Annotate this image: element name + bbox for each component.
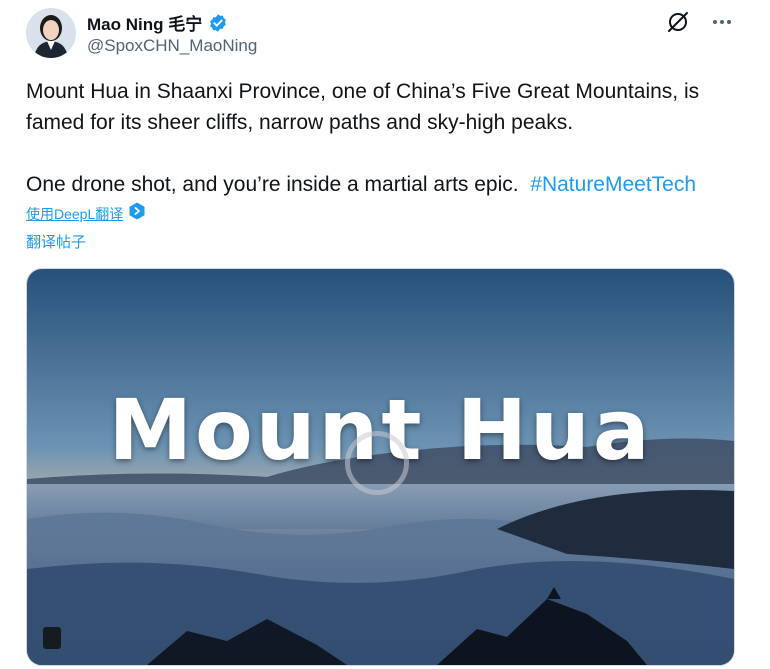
loading-spinner-icon xyxy=(345,431,409,495)
translate-post-link[interactable]: 翻译帖子 xyxy=(26,231,86,252)
post-text-line1: Mount Hua in Shaanxi Province, one of Ch… xyxy=(26,80,700,134)
post-text-line2: One drone shot, and you’re inside a mart… xyxy=(26,169,746,200)
hashtag-link[interactable]: #NatureMeetTech xyxy=(530,173,696,196)
video-badge-icon xyxy=(43,627,61,649)
author-name-row: Mao Ning 毛宁 xyxy=(87,10,228,35)
more-icon[interactable] xyxy=(710,10,734,34)
avatar[interactable] xyxy=(26,8,76,58)
post-video[interactable]: Mount Hua xyxy=(26,268,735,666)
post-text: Mount Hua in Shaanxi Province, one of Ch… xyxy=(26,76,746,200)
post-actions xyxy=(666,10,734,34)
deepl-icon[interactable] xyxy=(129,202,145,225)
deepl-translate-row: 使用DeepL翻译 xyxy=(26,202,145,225)
author-display-name[interactable]: Mao Ning 毛宁 xyxy=(87,10,202,35)
deepl-translate-link[interactable]: 使用DeepL翻译 xyxy=(26,204,123,224)
grok-icon[interactable] xyxy=(666,10,690,34)
author-handle[interactable]: @SpoxCHN_MaoNing xyxy=(87,36,257,56)
post-text-line2-body: One drone shot, and you’re inside a mart… xyxy=(26,173,519,196)
verified-badge-icon xyxy=(208,13,228,33)
